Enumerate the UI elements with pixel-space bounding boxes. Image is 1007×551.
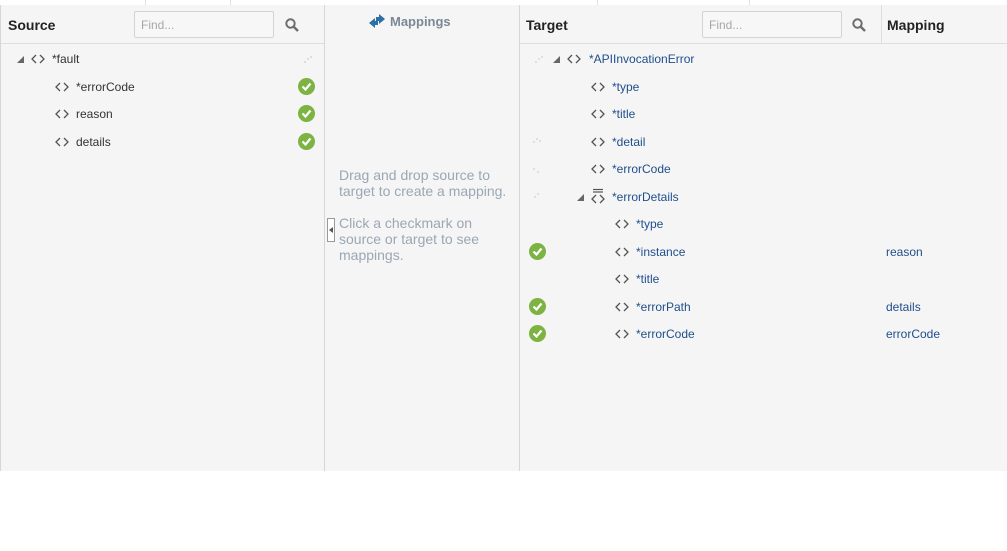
- element-tag-icon: [31, 54, 45, 64]
- element-tag-icon: [591, 137, 605, 147]
- mapped-checkmark-icon[interactable]: [298, 78, 315, 95]
- mapping-value[interactable]: details: [886, 297, 921, 317]
- column-divider: [881, 5, 882, 43]
- target-node-label: *APIInvocationError: [589, 52, 695, 66]
- element-tag-icon: [591, 82, 605, 92]
- source-node-label: *errorCode: [76, 80, 135, 94]
- target-tree-item[interactable]: *title: [520, 269, 1007, 289]
- target-node-label: *type: [612, 80, 640, 94]
- target-tree-item[interactable]: *title: [520, 104, 1007, 124]
- unmapped-indicator-icon: [534, 193, 539, 198]
- target-tree-item[interactable]: *errorCode: [520, 159, 1007, 179]
- mappings-hint-click: Click a checkmark on source or target to…: [339, 215, 480, 263]
- element-tag-icon: [591, 164, 605, 174]
- target-title: Target: [526, 17, 568, 33]
- mapped-checkmark-icon[interactable]: [529, 298, 546, 315]
- mapped-checkmark-icon[interactable]: [298, 105, 315, 122]
- source-tree-item[interactable]: reason: [1, 104, 324, 124]
- target-node-label: *title: [636, 272, 660, 286]
- mapping-arrows-icon: [369, 14, 385, 28]
- element-tag-icon: [615, 274, 629, 284]
- source-tree-root[interactable]: *fault: [1, 49, 324, 69]
- source-search-icon[interactable]: [285, 18, 299, 32]
- element-tag-icon: [55, 109, 69, 119]
- source-tree-item[interactable]: *errorCode: [1, 77, 324, 97]
- unmapped-indicator-icon: [304, 56, 312, 63]
- source-tree-item[interactable]: details: [1, 132, 324, 152]
- element-tag-icon: [591, 109, 605, 119]
- source-node-label: details: [76, 135, 111, 149]
- expand-triangle-icon[interactable]: [552, 55, 561, 64]
- mappings-title: Mappings: [390, 14, 451, 29]
- mappings-panel: Mappings Drag and drop source to target …: [325, 5, 519, 471]
- target-tree-item[interactable]: *type: [520, 77, 1007, 97]
- mapping-column-title: Mapping: [887, 17, 945, 33]
- mapping-value[interactable]: reason: [886, 242, 923, 262]
- source-search-input[interactable]: [134, 11, 274, 38]
- mapped-checkmark-icon[interactable]: [298, 133, 315, 150]
- target-node-label: *type: [636, 217, 664, 231]
- expand-triangle-icon[interactable]: [16, 55, 25, 64]
- target-search-input[interactable]: [702, 11, 842, 38]
- source-panel: Source *fault *errorCode reason details: [0, 5, 325, 471]
- element-tag-icon: [55, 137, 69, 147]
- source-node-label: reason: [76, 107, 113, 121]
- target-node-label: *detail: [612, 135, 646, 149]
- element-tag-icon: [615, 247, 629, 257]
- mapped-checkmark-icon[interactable]: [529, 325, 546, 342]
- target-node-label: *errorPath: [636, 300, 691, 314]
- unmapped-indicator-icon: [533, 138, 541, 143]
- mappings-hint-drag: Drag and drop source to target to create…: [339, 167, 507, 199]
- target-tree-item[interactable]: *errorDetails: [520, 187, 1007, 207]
- target-node-label: *title: [612, 107, 636, 121]
- collapse-left-handle[interactable]: [327, 218, 335, 242]
- target-tree-item[interactable]: *errorCode errorCode: [520, 324, 1007, 344]
- target-header: Target Mapping: [520, 5, 1007, 44]
- target-tree-item[interactable]: *instance reason: [520, 242, 1007, 262]
- unmapped-indicator-icon: [535, 56, 543, 63]
- target-node-label: *errorCode: [636, 327, 695, 341]
- mapped-checkmark-icon[interactable]: [529, 243, 546, 260]
- element-tag-icon: [615, 329, 629, 339]
- repeating-element-icon: [591, 188, 605, 204]
- target-tree-root[interactable]: *APIInvocationError: [520, 49, 1007, 69]
- element-tag-icon: [615, 302, 629, 312]
- target-tree-item[interactable]: *type: [520, 214, 1007, 234]
- element-tag-icon: [567, 54, 581, 64]
- source-title: Source: [8, 17, 56, 33]
- target-tree-item[interactable]: *detail: [520, 132, 1007, 152]
- target-search-icon[interactable]: [852, 18, 866, 32]
- source-node-label: *fault: [52, 52, 80, 66]
- target-tree-item[interactable]: *errorPath details: [520, 297, 1007, 317]
- target-node-label: *instance: [636, 245, 686, 259]
- source-header: Source: [1, 5, 324, 44]
- mapping-value[interactable]: errorCode: [886, 324, 940, 344]
- target-panel: Target Mapping *APIInvocationError *type…: [519, 5, 1007, 471]
- expand-triangle-icon[interactable]: [576, 193, 585, 202]
- unmapped-indicator-icon: [533, 168, 539, 173]
- target-node-label: *errorCode: [612, 162, 671, 176]
- element-tag-icon: [55, 82, 69, 92]
- element-tag-icon: [615, 219, 629, 229]
- target-node-label: *errorDetails: [612, 190, 679, 204]
